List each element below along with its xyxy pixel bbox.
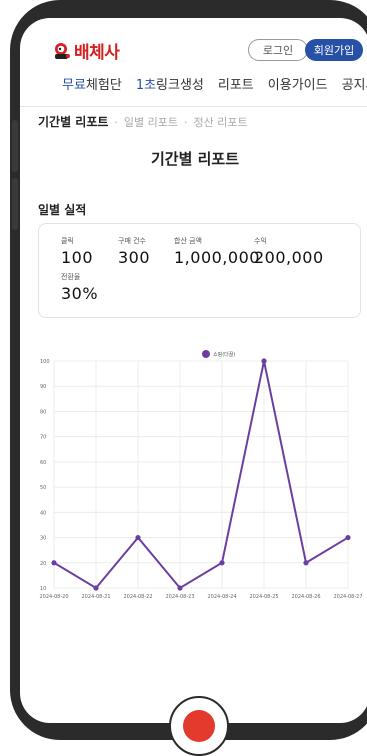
- tab-period-report[interactable]: 기간별 리포트: [38, 115, 108, 129]
- divider: [20, 106, 367, 107]
- stat-label: 합산 금액: [174, 237, 202, 245]
- y-tick-label: 100: [40, 359, 50, 365]
- breadcrumb-separator: ·: [114, 116, 118, 129]
- x-tick-label: 2024-08-20: [39, 594, 68, 600]
- stat-clicks: 클릭 100: [61, 236, 93, 267]
- y-tick-label: 30: [40, 536, 46, 542]
- stat-value: 30%: [61, 284, 99, 303]
- y-tick-label: 90: [40, 384, 46, 390]
- daily-chart: 10 20 30 40 50 60 70 80 90 100 2024-08-20 2024-08-2…: [38, 326, 366, 606]
- data-point: [261, 358, 267, 364]
- mascot-icon: [55, 42, 70, 59]
- breadcrumb: 기간별 리포트 · 일별 리포트 · 정산 리포트: [38, 113, 248, 130]
- side-button: [12, 178, 18, 230]
- y-tick-label: 10: [40, 586, 46, 592]
- data-point: [93, 585, 99, 591]
- x-tick-label: 2024-08-24: [207, 594, 236, 600]
- login-button[interactable]: 로그인: [248, 39, 308, 61]
- stat-conversion: 전환율 30%: [61, 272, 98, 303]
- data-point: [303, 560, 309, 566]
- stat-label: 구매 건수: [118, 237, 146, 245]
- tab-settlement-report[interactable]: 정산 리포트: [194, 116, 248, 129]
- top-bar: 배체사 로그인 회원가입: [20, 18, 367, 76]
- stat-label: 클릭: [61, 237, 74, 245]
- stat-revenue: 수익 200,000: [254, 236, 324, 267]
- menu-item-link-generator[interactable]: 1초링크생성: [136, 74, 204, 93]
- page-title: 기간별 리포트: [150, 150, 240, 168]
- stats-card: 클릭 100 구매 건수 300 합산 금액 1,000,000 수익 200,…: [38, 223, 361, 318]
- stat-label: 전환율: [61, 273, 81, 281]
- legend-label: 쇼핑(더끌): [213, 351, 235, 358]
- stat-purchases: 구매 건수 300: [118, 236, 150, 267]
- data-point: [219, 560, 225, 566]
- data-point: [177, 585, 183, 591]
- main-menu: 무료체험단 1초링크생성 리포트 이용가이드 공지사: [62, 74, 367, 93]
- tab-daily-report[interactable]: 일별 리포트: [124, 116, 178, 129]
- record-icon: [183, 710, 215, 742]
- stat-value: 100: [61, 248, 94, 267]
- logo-text: 배체사: [74, 43, 120, 63]
- stat-value: 200,000: [254, 248, 324, 267]
- series-line: [53, 360, 349, 590]
- section-title: 일별 실적: [38, 203, 87, 217]
- x-tick-label: 2024-08-25: [249, 594, 278, 600]
- x-tick-label: 2024-08-22: [123, 594, 152, 600]
- y-tick-label: 70: [40, 435, 46, 441]
- home-button[interactable]: [169, 696, 229, 756]
- x-tick-label: 2024-08-21: [81, 594, 110, 600]
- menu-item-guide[interactable]: 이용가이드: [268, 74, 328, 93]
- x-tick-label: 2024-08-23: [165, 594, 194, 600]
- stat-value: 1,000,000: [174, 248, 260, 267]
- logo[interactable]: 배체사: [52, 38, 120, 63]
- stat-label: 수익: [254, 237, 267, 245]
- signup-button[interactable]: 회원가입: [305, 39, 363, 61]
- legend-marker: [202, 350, 210, 358]
- screen: 배체사 로그인 회원가입 무료체험단 1초링크생성 리포트 이용가이드 공지사 …: [20, 18, 367, 723]
- menu-item-free-trial[interactable]: 무료체험단: [62, 74, 122, 93]
- side-button: [12, 120, 18, 172]
- y-tick-label: 40: [40, 510, 46, 516]
- x-tick-label: 2024-08-27: [333, 594, 362, 600]
- data-point: [135, 534, 141, 541]
- menu-item-report[interactable]: 리포트: [218, 74, 254, 93]
- breadcrumb-separator: ·: [184, 116, 188, 129]
- line-chart: 10 20 30 40 50 60 70 80 90 100 2024-08-20 2024-08-2…: [39, 350, 363, 600]
- y-tick-label: 80: [40, 409, 46, 415]
- stat-amount: 합산 금액 1,000,000: [174, 236, 260, 267]
- x-tick-label: 2024-08-26: [291, 594, 320, 600]
- data-point: [345, 534, 351, 541]
- menu-item-notice[interactable]: 공지사: [342, 74, 367, 93]
- y-tick-label: 20: [40, 561, 46, 567]
- y-tick-label: 50: [40, 485, 46, 491]
- stat-value: 300: [118, 248, 151, 267]
- data-point: [51, 560, 57, 566]
- y-tick-label: 60: [40, 460, 46, 466]
